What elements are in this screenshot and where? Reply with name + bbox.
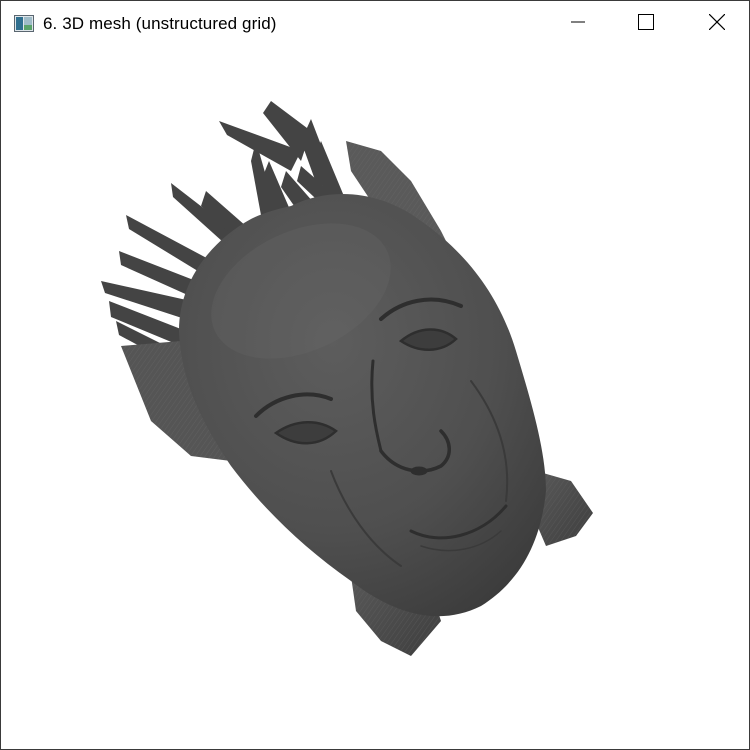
app-window: 6. 3D mesh (unstructured grid) (0, 0, 750, 750)
app-icon (14, 15, 34, 32)
render-viewport[interactable] (1, 47, 749, 749)
minimize-icon (571, 15, 585, 34)
close-icon (708, 13, 726, 35)
minimize-button[interactable] (555, 1, 601, 47)
title-bar[interactable]: 6. 3D mesh (unstructured grid) (1, 1, 749, 47)
head-mesh-render (101, 101, 593, 656)
maximize-button[interactable] (623, 1, 669, 47)
maximize-icon (638, 13, 654, 35)
close-button[interactable] (694, 1, 740, 47)
window-title: 6. 3D mesh (unstructured grid) (43, 14, 277, 33)
